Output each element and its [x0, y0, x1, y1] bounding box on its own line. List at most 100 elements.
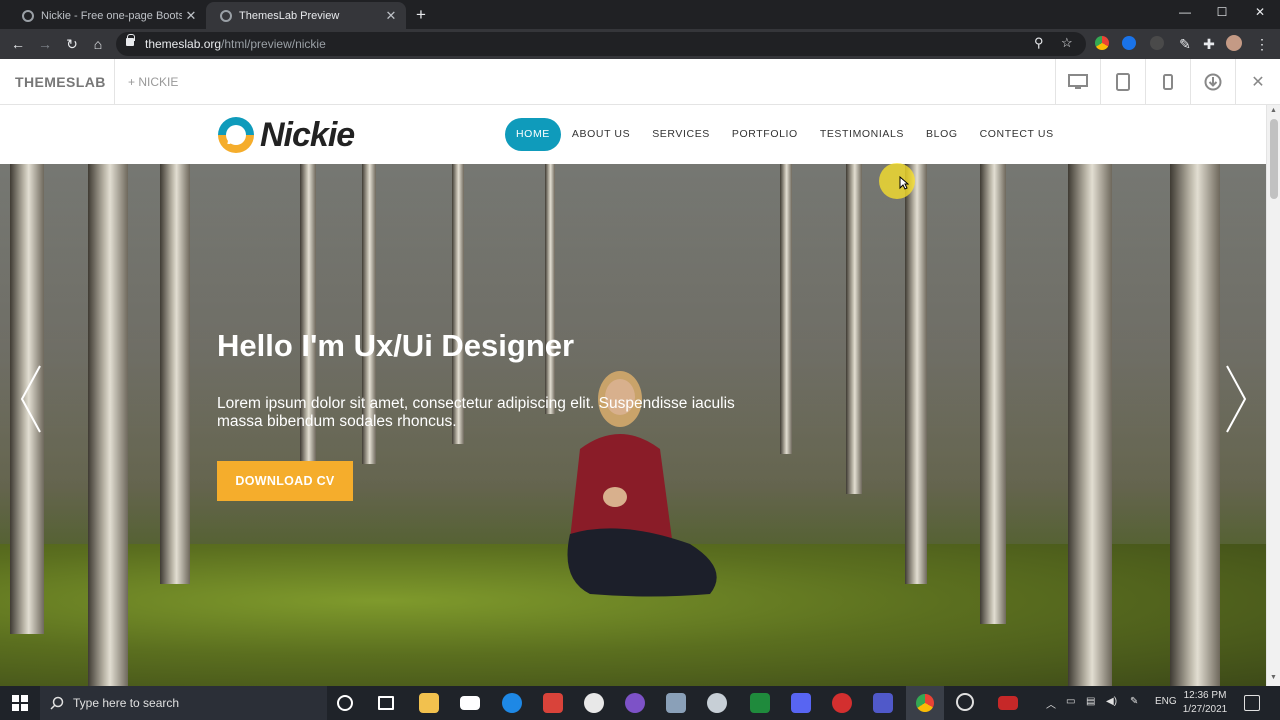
obs-icon[interactable] [956, 693, 974, 711]
pen-workspace-icon[interactable]: ✎ [1130, 696, 1138, 707]
taskbar-clock[interactable]: 12:36 PM 1/27/2021 [1180, 689, 1230, 717]
nav-services[interactable]: SERVICES [641, 118, 721, 151]
home-icon[interactable]: ⌂ [88, 34, 108, 54]
svg-text:N: N [227, 124, 244, 149]
antivirus-icon[interactable] [832, 693, 852, 713]
search-placeholder: Type here to search [73, 696, 180, 710]
extension-icon[interactable] [1150, 36, 1164, 50]
nav-contact-us[interactable]: CONTECT US [969, 118, 1065, 151]
preview-bar: THEMESLAB + NICKIE ✕ [0, 59, 1280, 105]
nav-home[interactable]: HOME [505, 118, 561, 151]
volume-icon[interactable]: ◀) [1106, 696, 1117, 707]
language-indicator[interactable]: ENG [1155, 696, 1177, 707]
mail-icon[interactable] [460, 696, 480, 710]
prev-slide-arrow-icon[interactable] [18, 364, 44, 434]
battery-icon[interactable]: ▭ [1066, 696, 1075, 707]
download-cv-button[interactable]: DOWNLOAD CV [217, 461, 353, 501]
viber-icon[interactable] [625, 693, 645, 713]
divider [114, 59, 115, 105]
download-button[interactable] [1190, 59, 1235, 105]
next-slide-arrow-icon[interactable] [1223, 364, 1249, 434]
url-text: themeslab.org/html/preview/nickie [145, 37, 326, 51]
camera-icon[interactable] [666, 693, 686, 713]
task-view-icon[interactable] [378, 696, 394, 710]
plus-icon: + [128, 75, 139, 89]
file-explorer-icon[interactable] [419, 693, 439, 713]
tablet-view-button[interactable] [1100, 59, 1145, 105]
show-hidden-icons-chevron-icon[interactable]: ︿ [1046, 696, 1056, 711]
lock-icon [126, 34, 135, 46]
tree-trunk [160, 164, 190, 584]
screen-recorder-icon[interactable] [998, 696, 1018, 710]
desktop-icon [1068, 74, 1088, 89]
chrome-taskbar-button[interactable] [906, 686, 944, 720]
reload-icon[interactable]: ↻ [62, 34, 82, 54]
clock-date: 1/27/2021 [1182, 704, 1228, 715]
mobile-icon [1163, 74, 1173, 90]
profile-avatar[interactable] [1226, 35, 1242, 51]
page-scrollbar[interactable]: ▲ ▼ [1266, 105, 1280, 686]
windows-start-button[interactable] [0, 686, 40, 720]
clock-time: 12:36 PM [1183, 690, 1227, 701]
preview-brand[interactable]: THEMESLAB [15, 74, 106, 90]
notifications-icon[interactable] [1244, 695, 1260, 711]
new-tab-button[interactable]: + [416, 5, 426, 25]
edge-extension-icon[interactable] [1122, 36, 1136, 50]
tree-trunk [905, 164, 927, 584]
cortana-icon[interactable] [337, 695, 353, 711]
preview-project[interactable]: + NICKIE [128, 75, 178, 89]
search-icon [50, 696, 64, 710]
scrollbar-thumb[interactable] [1270, 119, 1278, 199]
windows-taskbar: Type here to search ︿ ▭ ▤ ◀) ✎ ENG 12:36… [0, 686, 1280, 720]
tree-trunk [780, 164, 792, 454]
taskbar-search-box[interactable]: Type here to search [40, 686, 327, 720]
site-header: N Nickie HOME ABOUT US SERVICES PORTFOLI… [0, 105, 1266, 164]
desktop-view-button[interactable] [1055, 59, 1100, 105]
browser-tab-nickie[interactable]: Nickie - Free one-page Bootstrap ✕ [8, 2, 206, 29]
nav-testimonials[interactable]: TESTIMONIALS [809, 118, 915, 151]
download-icon [1204, 73, 1222, 91]
tree-trunk [88, 164, 128, 686]
minimize-button[interactable]: — [1170, 5, 1200, 19]
extensions-puzzle-icon[interactable]: ✚ [1199, 34, 1219, 54]
cursor-highlight [879, 163, 915, 199]
edge-icon[interactable] [502, 693, 522, 713]
close-icon: ✕ [1251, 74, 1265, 91]
discord-icon[interactable] [791, 693, 811, 713]
chrome-extension-icon[interactable] [1095, 36, 1109, 50]
nav-portfolio[interactable]: PORTFOLIO [721, 118, 809, 151]
close-window-button[interactable]: ✕ [1245, 5, 1275, 19]
network-icon[interactable]: ▤ [1086, 696, 1095, 707]
close-tab-icon[interactable]: ✕ [182, 8, 200, 24]
tree-trunk [1068, 164, 1112, 686]
main-nav: HOME ABOUT US SERVICES PORTFOLIO TESTIMO… [505, 118, 1065, 151]
teams-icon[interactable] [873, 693, 893, 713]
hero-text: Lorem ipsum dolor sit amet, consectetur … [217, 395, 735, 430]
zoom-icon[interactable]: ⚲ [1034, 35, 1044, 51]
clock-app-icon[interactable] [584, 693, 604, 713]
pen-extension-icon[interactable]: ✎ [1175, 34, 1195, 54]
close-preview-button[interactable]: ✕ [1235, 59, 1280, 105]
whatsapp-icon[interactable] [543, 693, 563, 713]
site-logo[interactable]: N Nickie [216, 115, 355, 155]
browser-tab-themeslab-preview[interactable]: ThemesLab Preview ✕ [206, 2, 406, 29]
globe-icon [22, 9, 34, 22]
chrome-icon [916, 694, 934, 712]
menu-kebab-icon[interactable]: ⋮ [1252, 34, 1272, 54]
sticky-notes-icon[interactable] [707, 693, 727, 713]
scroll-down-icon[interactable]: ▼ [1270, 674, 1277, 681]
maximize-button[interactable]: ☐ [1207, 5, 1237, 19]
mobile-view-button[interactable] [1145, 59, 1190, 105]
forward-arrow-icon[interactable]: → [35, 34, 55, 54]
nav-blog[interactable]: BLOG [915, 118, 969, 151]
tree-trunk [545, 164, 555, 414]
hero-slider: Hello I'm Ux/Ui Designer Lorem ipsum dol… [0, 164, 1266, 686]
scroll-up-icon[interactable]: ▲ [1270, 107, 1277, 114]
formula-app-icon[interactable] [750, 693, 770, 713]
bookmark-star-icon[interactable]: ☆ [1061, 35, 1073, 51]
back-arrow-icon[interactable]: ← [8, 34, 28, 54]
hero-title: Hello I'm Ux/Ui Designer [217, 328, 575, 363]
nav-about-us[interactable]: ABOUT US [561, 118, 641, 151]
close-tab-icon[interactable]: ✕ [382, 8, 400, 24]
address-bar[interactable]: themeslab.org/html/preview/nickie ⚲ ☆ [116, 32, 1086, 56]
